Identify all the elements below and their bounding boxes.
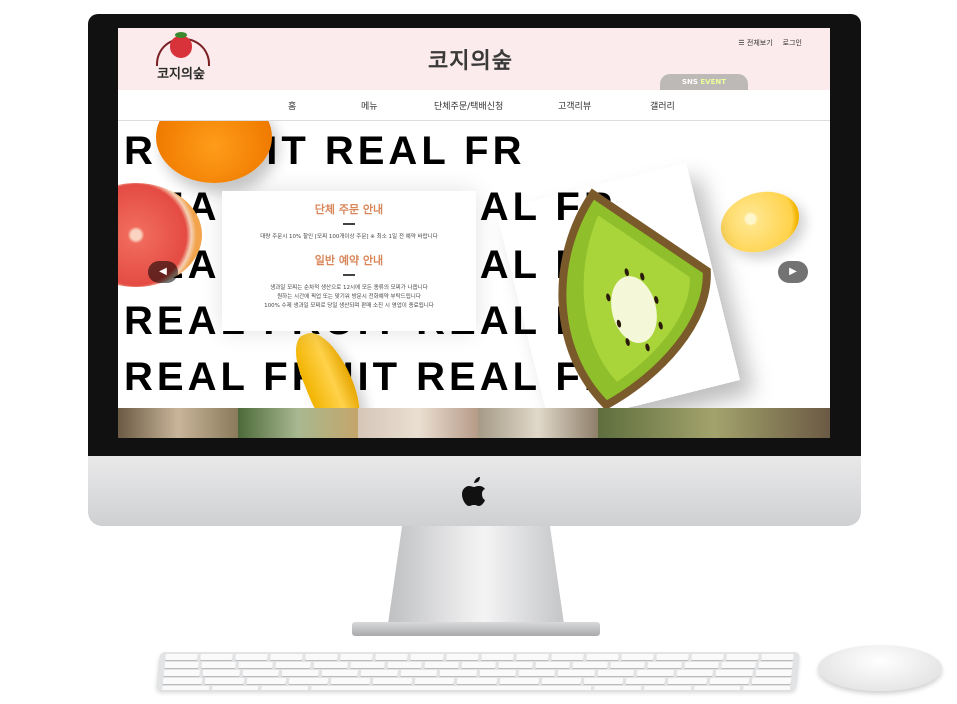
orange-image <box>156 121 272 183</box>
nav-item-menu[interactable]: 메뉴 <box>361 99 378 112</box>
lemon-image <box>712 182 808 262</box>
reservation-line: 원하는 시간에 픽업 또는 맞기워 방문시 전화예약 부탁드립니다 <box>277 294 421 300</box>
apple-logo-icon <box>462 477 485 506</box>
gallery-strip <box>118 408 830 438</box>
chevron-right-icon[interactable]: ▶ <box>778 261 808 283</box>
list-icon: ☰ <box>738 39 747 47</box>
view-all-link[interactable]: ☰ 전체보기 <box>738 38 772 48</box>
monitor-stand-base <box>352 622 600 636</box>
main-nav: 홈 메뉴 단체주문/택배신청 고객리뷰 갤러리 <box>118 90 830 121</box>
reservation-line: 100% 수제 생과일 모찌로 당일 생산되며 판매 소진 시 영업이 종료됩니… <box>264 303 434 309</box>
event-label: EVENT <box>700 78 726 86</box>
notice-card: 단체 주문 안내 대량 주문시 10% 할인 [모찌 100개이상 주문] ※ … <box>222 191 476 331</box>
strawberry-icon <box>170 32 192 58</box>
gallery-thumbnail[interactable] <box>358 408 478 438</box>
screen: 코지의숲 코지의숲 ☰ 전체보기 로그인 SNS EVENT 홈 메뉴 단체주문… <box>118 28 830 438</box>
view-all-label: 전체보기 <box>746 39 773 47</box>
gallery-thumbnail[interactable] <box>478 408 598 438</box>
sns-label: SNS <box>681 78 698 86</box>
group-order-text: 대량 주문시 10% 할인 [모찌 100개이상 주문] ※ 최소 1일 전 예… <box>260 234 438 240</box>
chevron-left-icon[interactable]: ◀ <box>148 261 178 283</box>
nav-item-group-order[interactable]: 단체주문/택배신청 <box>434 99 503 112</box>
keyboard <box>156 652 800 690</box>
site-header: 코지의숲 코지의숲 ☰ 전체보기 로그인 SNS EVENT <box>118 28 830 90</box>
divider <box>343 223 355 225</box>
strawberry-logo-icon[interactable]: 코지의숲 <box>152 32 210 86</box>
gallery-thumbnail[interactable] <box>118 408 238 438</box>
divider <box>343 274 355 276</box>
nav-item-home[interactable]: 홈 <box>288 99 296 112</box>
group-order-title: 단체 주문 안내 <box>314 203 384 216</box>
hero-slider: R FRUIT REAL FR REAL FRUIT REAL FR REAL … <box>118 121 830 408</box>
nav-item-reviews[interactable]: 고객리뷰 <box>558 99 591 112</box>
brand-title[interactable]: 코지의숲 <box>428 43 513 75</box>
nav-item-gallery[interactable]: 갤러리 <box>650 99 675 112</box>
utility-links: ☰ 전체보기 로그인 <box>738 38 802 48</box>
gallery-thumbnail[interactable] <box>598 408 830 438</box>
magic-mouse <box>818 645 942 691</box>
logo-text: 코지의숲 <box>157 67 205 82</box>
reservation-line: 생과일 모찌는 순차적 생산으로 12시에 모든 종류의 모찌가 나옵니다 <box>270 285 428 291</box>
sns-event-tab[interactable]: SNS EVENT <box>660 74 748 90</box>
gallery-thumbnail[interactable] <box>238 408 358 438</box>
monitor-stand <box>388 526 564 624</box>
login-link[interactable]: 로그인 <box>783 38 802 48</box>
reservation-title: 일반 예약 안내 <box>314 254 384 267</box>
